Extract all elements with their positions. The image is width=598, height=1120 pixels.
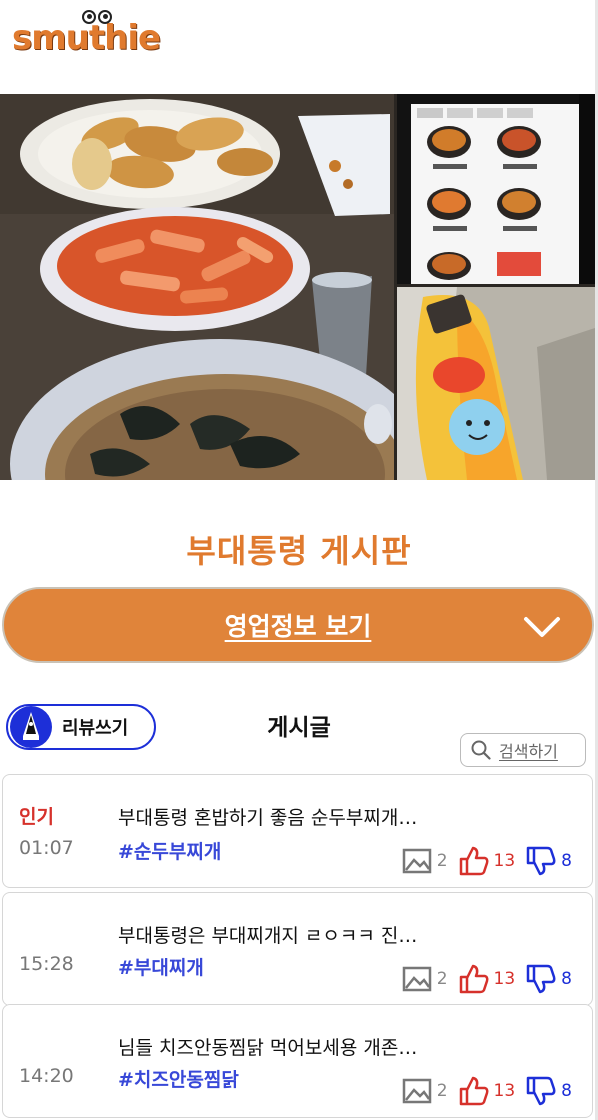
search-button[interactable]: 검색하기: [460, 733, 586, 767]
post-time: 15:28: [19, 953, 74, 975]
image-icon: [402, 1078, 431, 1104]
image-count: 2: [436, 851, 448, 871]
image-icon: [402, 848, 431, 874]
dislike-count: 8: [561, 969, 572, 989]
drink-bottle-photo[interactable]: [397, 287, 598, 480]
thumbs-down-icon[interactable]: [525, 963, 557, 995]
post-list-item[interactable]: 14:20 님들 치즈안동찜닭 먹어보세용 개존… #치즈안동찜닭 2 13 8: [2, 1004, 593, 1118]
search-label: 검색하기: [499, 742, 558, 761]
post-hashtag[interactable]: #부대찌개: [118, 953, 204, 980]
business-info-toggle-button[interactable]: 영업정보 보기: [2, 587, 594, 663]
dislike-count: 8: [561, 851, 572, 871]
chevron-down-icon: [524, 617, 560, 637]
search-icon: [471, 740, 491, 760]
post-hashtag[interactable]: #치즈안동찜닭: [118, 1065, 239, 1092]
thumbs-down-icon[interactable]: [525, 845, 557, 877]
post-stats: 2 13 8: [401, 1075, 572, 1107]
dislike-count: 8: [561, 1081, 572, 1101]
page-title: 부대통령 게시판: [186, 532, 412, 570]
thumbs-up-icon[interactable]: [458, 845, 490, 877]
post-time: 01:07: [19, 837, 74, 859]
post-hashtag[interactable]: #순두부찌개: [118, 837, 221, 864]
logo-eyes-icon: [82, 10, 112, 24]
post-time: 14:20: [19, 1065, 74, 1087]
image-count: 2: [436, 1081, 448, 1101]
app-logo[interactable]: smuthie: [12, 10, 161, 58]
post-stats: 2 13 8: [401, 963, 572, 995]
popular-badge: 인기: [19, 806, 54, 828]
image-icon: [402, 966, 431, 992]
logo-text: smuthie: [12, 18, 161, 58]
restaurant-photo-gallery[interactable]: [0, 94, 598, 480]
thumbs-down-icon[interactable]: [525, 1075, 557, 1107]
food-photo-main[interactable]: [0, 94, 394, 480]
business-info-label: 영업정보 보기: [224, 612, 372, 641]
post-title: 부대통령 혼밥하기 좋음 순두부찌개…: [118, 807, 418, 829]
like-count: 13: [493, 851, 516, 871]
like-count: 13: [493, 969, 516, 989]
thumbs-up-icon[interactable]: [458, 1075, 490, 1107]
post-title: 부대통령은 부대찌개지 ㄹㅇㅋㅋ 진…: [118, 925, 418, 947]
thumbs-up-icon[interactable]: [458, 963, 490, 995]
like-count: 13: [493, 1081, 516, 1101]
post-list-item[interactable]: 15:28 부대통령은 부대찌개지 ㄹㅇㅋㅋ 진… #부대찌개 2 13 8: [2, 892, 593, 1006]
menu-board-photo[interactable]: [397, 94, 598, 284]
post-stats: 2 13 8: [401, 845, 572, 877]
image-count: 2: [436, 969, 448, 989]
post-title: 님들 치즈안동찜닭 먹어보세용 개존…: [118, 1037, 418, 1059]
post-list-item[interactable]: 인기 01:07 부대통령 혼밥하기 좋음 순두부찌개… #순두부찌개 2 13…: [2, 774, 593, 888]
